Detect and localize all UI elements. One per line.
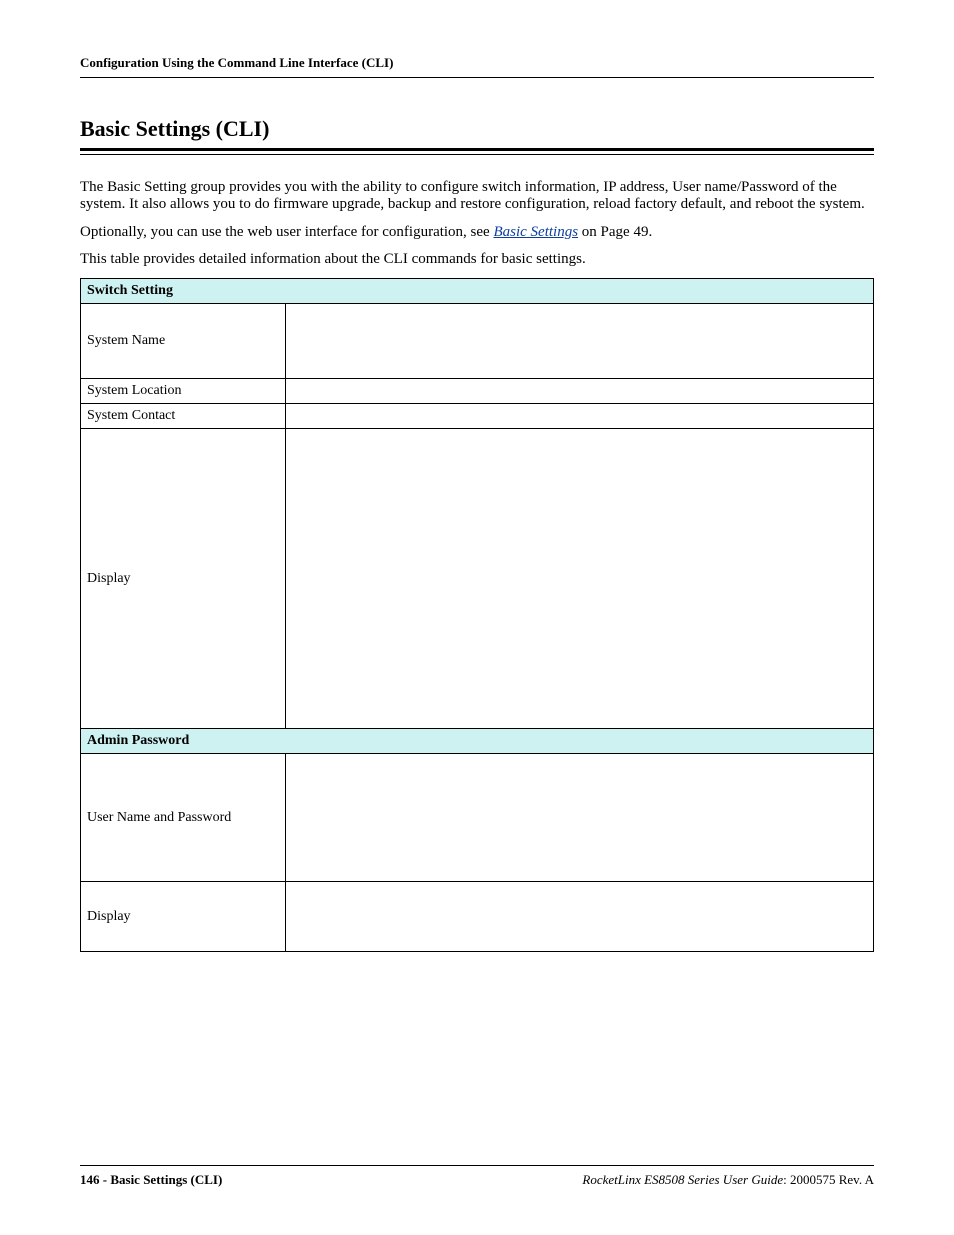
running-head: Configuration Using the Command Line Int… xyxy=(80,55,874,78)
cell-empty xyxy=(286,754,874,882)
para2-lead: Optionally, you can use the web user int… xyxy=(80,224,493,240)
intro-paragraph-2: Optionally, you can use the web user int… xyxy=(80,224,874,241)
table-row: System Contact xyxy=(81,404,874,429)
th-admin-password: Admin Password xyxy=(81,729,874,754)
para2-tail: on Page 49. xyxy=(578,224,652,240)
table-row: Display xyxy=(81,882,874,952)
cli-table: Switch Setting System Name System Locati… xyxy=(80,278,874,952)
footer-right: RocketLinx ES8508 Series User Guide: 200… xyxy=(582,1172,874,1188)
cell-system-location: System Location xyxy=(81,379,286,404)
intro-paragraph-3: This table provides detailed information… xyxy=(80,251,874,268)
th-switch-setting: Switch Setting xyxy=(81,279,874,304)
cell-display-1: Display xyxy=(81,429,286,729)
page-footer: 146 - Basic Settings (CLI) RocketLinx ES… xyxy=(80,1165,874,1188)
table-row: Display xyxy=(81,429,874,729)
footer-product: RocketLinx ES8508 Series User Guide xyxy=(582,1172,783,1187)
footer-page-number: 146 xyxy=(80,1172,100,1187)
title-rule xyxy=(80,148,874,155)
table-row: User Name and Password xyxy=(81,754,874,882)
cell-system-name: System Name xyxy=(81,304,286,379)
cell-empty xyxy=(286,304,874,379)
table-row: System Location xyxy=(81,379,874,404)
cell-empty xyxy=(286,429,874,729)
footer-sep: - xyxy=(100,1172,111,1187)
page-title: Basic Settings (CLI) xyxy=(80,116,874,142)
cell-system-contact: System Contact xyxy=(81,404,286,429)
footer-section: Basic Settings (CLI) xyxy=(110,1172,222,1187)
cell-empty xyxy=(286,379,874,404)
footer-rev: : 2000575 Rev. A xyxy=(783,1172,874,1187)
table-header-row: Switch Setting xyxy=(81,279,874,304)
footer-left: 146 - Basic Settings (CLI) xyxy=(80,1172,222,1188)
table-row: System Name xyxy=(81,304,874,379)
cell-username-password: User Name and Password xyxy=(81,754,286,882)
intro-paragraph-1: The Basic Setting group provides you wit… xyxy=(80,179,874,214)
cell-empty xyxy=(286,882,874,952)
link-basic-settings[interactable]: Basic Settings xyxy=(493,224,578,240)
cell-display-2: Display xyxy=(81,882,286,952)
cell-empty xyxy=(286,404,874,429)
table-header-row: Admin Password xyxy=(81,729,874,754)
